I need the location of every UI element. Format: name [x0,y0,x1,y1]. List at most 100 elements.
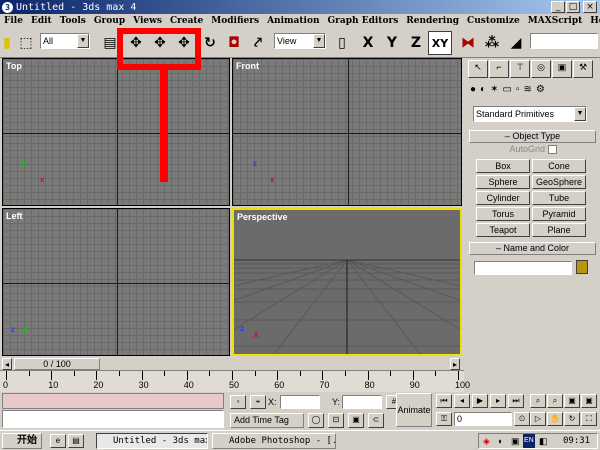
array-icon[interactable]: ⁂ [480,31,504,55]
hierarchy-tab-icon[interactable]: ⊤ [510,60,530,78]
restrict-z-button[interactable]: Z [404,31,428,55]
time-config-icon[interactable]: ⏲ [514,412,530,426]
prev-frame-icon[interactable]: ◂ [2,358,12,370]
create-tab-icon[interactable]: ↖ [468,60,488,78]
scale-icon[interactable]: ◘ [222,31,246,55]
x-coord-field[interactable] [280,395,320,409]
network-icon[interactable]: ▣ [511,434,520,448]
play-icon[interactable]: ▶ [472,394,488,408]
app-icon[interactable]: 3 [2,1,13,13]
absolute-mode-icon[interactable]: ⌖ [250,395,266,409]
lock-selection-icon[interactable]: ▫ [230,395,246,409]
volume-icon[interactable]: ◖ [497,434,502,448]
modify-tab-icon[interactable]: ⌐ [489,60,509,78]
arc-rotate-icon[interactable]: ↻ [564,412,580,426]
menu-graph-editors[interactable]: Graph Editors [328,16,399,26]
menu-customize[interactable]: Customize [467,16,520,26]
viewport-top[interactable]: Top y x [2,58,230,206]
menu-views[interactable]: Views [133,16,162,26]
align-icon[interactable]: ◢ [504,31,528,55]
shield-icon[interactable]: ◈ [483,434,490,448]
taskbar-item-photoshop[interactable]: Adobe Photoshop - [... [212,433,336,449]
shapes-icon[interactable]: ◐ [480,84,486,100]
desktop-icon[interactable]: ▤ [68,434,84,448]
primitive-button-box[interactable]: Box [476,159,530,173]
zoom-extents-icon[interactable]: ▣ [564,394,580,408]
manipulate-icon[interactable]: ⤤ [246,31,270,55]
menu-file[interactable]: File [4,16,23,26]
prompt-line[interactable] [2,410,224,428]
viewport-perspective[interactable]: Perspective z x [232,208,462,356]
zoom-icon[interactable]: ⌕ [530,394,546,408]
add-time-tag-button[interactable]: Add Time Tag [230,413,304,428]
selection-lock-icon[interactable]: ⊡ [328,413,344,428]
menu-maxscript[interactable]: MAXScript [528,16,583,26]
menu-modifiers[interactable]: Modifiers [211,16,259,26]
menu-animation[interactable]: Animation [267,16,319,26]
lights-icon[interactable]: ✶ [490,84,498,100]
pan-icon[interactable]: ✋ [547,412,563,426]
select-icon[interactable]: ▮ [2,31,12,55]
language-indicator[interactable]: EN [523,434,535,448]
motion-tab-icon[interactable]: ◎ [531,60,551,78]
primitive-button-tube[interactable]: Tube [532,191,586,205]
key-mode-icon[interactable]: ⚿ [436,412,452,426]
geometry-icon[interactable]: ● [470,84,476,100]
time-slider-thumb[interactable]: 0 / 100 [14,358,100,370]
magnet-icon[interactable]: ⊂ [368,413,384,428]
start-button[interactable]: 开始 [2,433,42,449]
next-frame-icon[interactable]: ▸ [450,358,460,370]
restrict-y-button[interactable]: Y [380,31,404,55]
display-tab-icon[interactable]: ▣ [552,60,572,78]
time-slider[interactable]: ◂ 0 / 100 ▸ [0,358,464,370]
utilities-tab-icon[interactable]: ⚒ [573,60,593,78]
menu-tools[interactable]: Tools [60,16,86,26]
go-start-icon[interactable]: ⏮ [436,394,452,408]
ime-icon[interactable]: ◧ [539,434,548,448]
next-key-icon[interactable]: ▸ [490,394,506,408]
primitive-button-cylinder[interactable]: Cylinder [476,191,530,205]
object-type-rollout[interactable]: – Object Type [469,130,596,143]
restrict-xy-button[interactable]: XY [428,31,452,55]
taskbar-item-3dsmax[interactable]: Untitled - 3ds max 4 [96,433,208,449]
primitive-button-pyramid[interactable]: Pyramid [532,207,586,221]
spacewarps-icon[interactable]: ≋ [523,84,531,100]
systems-icon[interactable]: ⚙ [536,84,545,100]
viewport-front[interactable]: Front z x [232,58,462,206]
sphere-icon[interactable]: ◯ [308,413,324,428]
primitive-button-torus[interactable]: Torus [476,207,530,221]
primitive-button-cone[interactable]: Cone [532,159,586,173]
y-coord-field[interactable] [342,395,382,409]
pivot-icon[interactable]: ▯ [330,31,354,55]
viewport-left[interactable]: Left z y [2,208,230,356]
animate-button[interactable]: Animate [396,393,432,427]
menu-create[interactable]: Create [170,16,203,26]
primitive-type-dropdown[interactable]: Standard Primitives ▼ [473,106,587,122]
track-bar[interactable]: 0 10 20 30 40 50 60 70 80 90 100 [0,370,470,392]
minimize-button[interactable]: _ [551,1,565,13]
menu-edit[interactable]: Edit [31,16,52,26]
mirror-icon[interactable]: ⧓ [456,31,480,55]
zoom-all-icon[interactable]: ⌕ [547,394,563,408]
maxscript-listener[interactable] [2,393,224,409]
primitive-button-geosphere[interactable]: GeoSphere [532,175,586,189]
menu-group[interactable]: Group [94,16,125,26]
helpers-icon[interactable]: ▫ [516,84,520,100]
primitive-button-plane[interactable]: Plane [532,223,586,237]
go-end-icon[interactable]: ⏭ [508,394,524,408]
zoom-extents-all-icon[interactable]: ▣ [581,394,597,408]
selection-filter-dropdown[interactable]: All ▼ [40,33,90,49]
named-selection-field[interactable] [530,33,598,49]
field-of-view-icon[interactable]: ▷ [530,412,546,426]
box-icon[interactable]: ▣ [348,413,364,428]
close-button[interactable]: × [583,1,597,13]
ref-coord-dropdown[interactable]: View ▼ [274,33,326,49]
menu-help[interactable]: Help [590,16,600,26]
primitive-button-teapot[interactable]: Teapot [476,223,530,237]
rotate-icon[interactable]: ↻ [198,31,222,55]
object-name-field[interactable] [474,261,572,275]
maximize-button[interactable]: □ [566,1,580,13]
menu-rendering[interactable]: Rendering [406,16,459,26]
restrict-x-button[interactable]: X [356,31,380,55]
name-color-rollout[interactable]: – Name and Color [469,242,596,255]
